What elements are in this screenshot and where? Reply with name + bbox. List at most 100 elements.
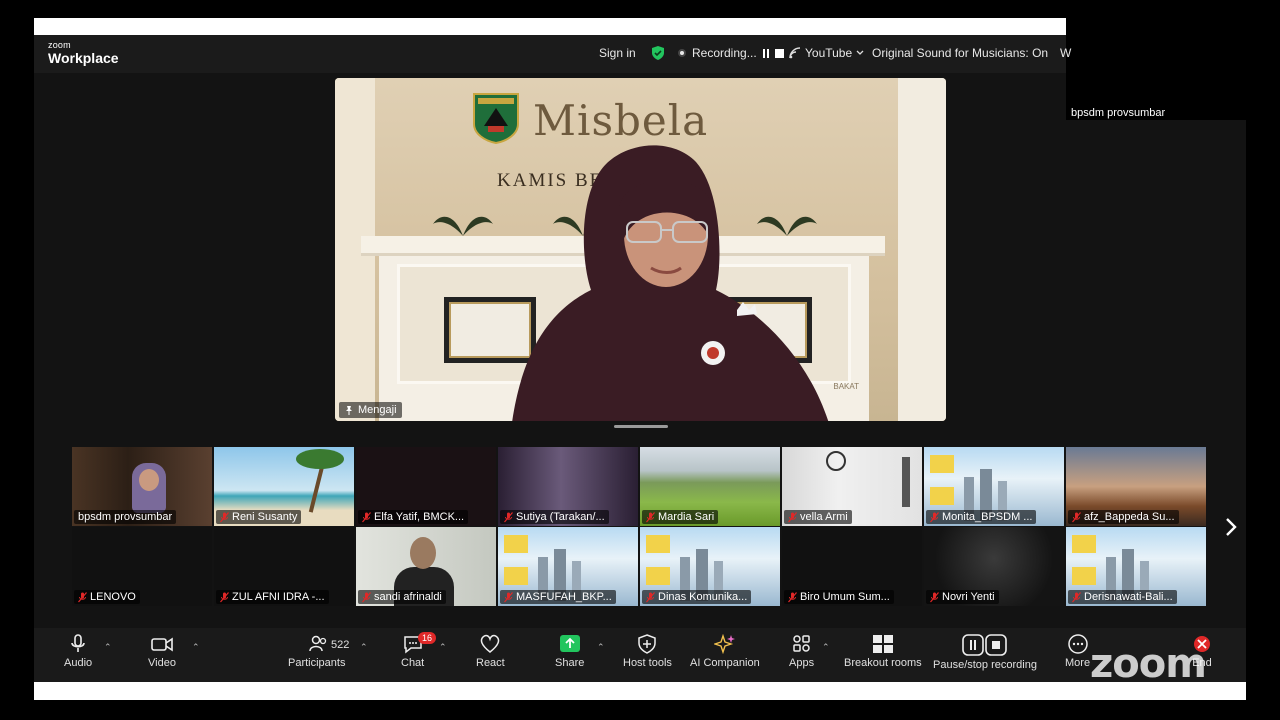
- muted-microphone-icon: [1072, 591, 1081, 602]
- participant-tile[interactable]: Reni Susanty: [214, 447, 354, 526]
- active-speaker-video[interactable]: Misbela KAMIS BE RIES BAKAT Mengaji: [335, 78, 946, 421]
- video-frame-bottom: [34, 682, 1246, 700]
- audio-options-caret-icon[interactable]: ⌃: [104, 642, 112, 653]
- breakout-rooms-button[interactable]: Breakout rooms: [844, 634, 922, 669]
- titlebar-cut-text: W: [1060, 46, 1072, 60]
- participant-tile[interactable]: Monita_BPSDM ...: [924, 447, 1064, 526]
- participant-tile[interactable]: Sutiya (Tarakan/...: [498, 447, 638, 526]
- sign-in-link[interactable]: Sign in: [599, 46, 636, 60]
- participant-name: Reni Susanty: [232, 511, 298, 523]
- participant-count: 522: [331, 639, 350, 651]
- participants-label: Participants: [288, 657, 346, 669]
- host-tools-label: Host tools: [623, 657, 672, 669]
- original-sound-toggle[interactable]: Original Sound for Musicians: On: [872, 46, 1048, 60]
- participant-tile[interactable]: sandi afrinaldi: [356, 527, 496, 606]
- chat-options-caret-icon[interactable]: ⌃: [439, 642, 447, 653]
- pause-recording-icon[interactable]: [762, 48, 769, 58]
- pause-stop-recording-icon: [962, 634, 1007, 656]
- logo-big-text: Workplace: [48, 50, 119, 66]
- participant-name: sandi afrinaldi: [374, 591, 442, 603]
- participant-tile[interactable]: Dinas Komunika...: [640, 527, 780, 606]
- muted-microphone-icon: [1072, 511, 1081, 522]
- muted-microphone-icon: [646, 511, 655, 522]
- muted-microphone-icon: [78, 591, 87, 602]
- participant-tile[interactable]: Mardia Sari: [640, 447, 780, 526]
- recording-indicator[interactable]: Recording...: [678, 46, 784, 60]
- chat-label: Chat: [401, 657, 425, 669]
- stop-recording-icon[interactable]: [774, 48, 784, 58]
- participant-tile[interactable]: Novri Yenti: [924, 527, 1064, 606]
- video-camera-icon: [151, 637, 173, 652]
- participant-name-label: Biro Umum Sum...: [784, 590, 894, 604]
- participant-name-label: Sutiya (Tarakan/...: [500, 510, 609, 524]
- next-page-arrow-icon[interactable]: [1222, 516, 1240, 538]
- speaker-person: [512, 145, 829, 421]
- participant-name: Elfa Yatif, BMCK...: [374, 511, 465, 523]
- more-button[interactable]: More: [1065, 634, 1090, 669]
- participant-name-label: MASFUFAH_BKP...: [500, 590, 616, 604]
- participant-name-label: sandi afrinaldi: [358, 590, 446, 604]
- participant-name-label: Monita_BPSDM ...: [926, 510, 1037, 524]
- breakout-rooms-icon: [872, 635, 893, 653]
- muted-microphone-icon: [930, 511, 939, 522]
- apps-button[interactable]: Apps: [789, 634, 814, 669]
- video-options-caret-icon[interactable]: ⌃: [192, 642, 200, 653]
- more-icon: [1067, 634, 1088, 654]
- participant-name: bpsdm provsumbar: [78, 511, 173, 523]
- speaker-name-label: Mengaji: [339, 402, 402, 418]
- video-button[interactable]: Video: [148, 634, 176, 669]
- participant-name-label: afz_Bappeda Su...: [1068, 510, 1179, 524]
- participant-tile[interactable]: ZUL AFNI IDRA -...: [214, 527, 354, 606]
- participant-name-label: Derisnawati-Bali...: [1068, 590, 1177, 604]
- react-button[interactable]: React: [476, 634, 505, 669]
- muted-microphone-icon: [646, 591, 655, 602]
- participant-gallery: bpsdm provsumbar Reni Susanty Elfa Yatif, …: [72, 447, 1210, 608]
- video-label: Video: [148, 657, 176, 669]
- host-tools-button[interactable]: Host tools: [623, 634, 672, 669]
- participants-options-caret-icon[interactable]: ⌃: [360, 642, 368, 653]
- participants-icon: [309, 635, 327, 652]
- recording-dot-icon: [678, 49, 686, 57]
- participant-tile[interactable]: Derisnawati-Bali...: [1066, 527, 1206, 606]
- zoom-workplace-logo: zoom Workplace: [48, 41, 119, 66]
- participant-name: ZUL AFNI IDRA -...: [232, 591, 325, 603]
- apps-options-caret-icon[interactable]: ⌃: [822, 642, 830, 653]
- pin-icon: [346, 406, 352, 415]
- audio-button[interactable]: Audio: [64, 634, 92, 669]
- wall-panel-right: [898, 78, 946, 421]
- more-label: More: [1065, 657, 1091, 669]
- share-button[interactable]: Share: [555, 634, 584, 669]
- muted-microphone-icon: [788, 591, 797, 602]
- livestream-youtube-menu[interactable]: YouTube: [789, 46, 864, 60]
- participant-name: Dinas Komunika...: [658, 591, 748, 603]
- meeting-toolbar: Audio ⌃ Video ⌃ Participants 522 ⌃ Chat …: [34, 628, 1246, 682]
- muted-microphone-icon: [220, 591, 229, 602]
- chat-unread-badge: 16: [418, 632, 437, 644]
- participant-name-label: ZUL AFNI IDRA -...: [216, 590, 329, 604]
- react-label: React: [476, 657, 505, 669]
- microphone-icon: [71, 634, 85, 652]
- participant-tile[interactable]: MASFUFAH_BKP...: [498, 527, 638, 606]
- participant-name-label: Elfa Yatif, BMCK...: [358, 510, 469, 524]
- share-options-caret-icon[interactable]: ⌃: [597, 642, 605, 653]
- ai-companion-button[interactable]: AI Companion: [690, 634, 760, 669]
- participant-tile[interactable]: afz_Bappeda Su...: [1066, 447, 1206, 526]
- muted-microphone-icon: [788, 511, 797, 522]
- participant-name: Monita_BPSDM ...: [942, 511, 1033, 523]
- participant-tile[interactable]: Biro Umum Sum...: [782, 527, 922, 606]
- participant-name-label: Dinas Komunika...: [642, 590, 752, 604]
- encryption-shield-icon[interactable]: [651, 46, 665, 60]
- muted-microphone-icon: [930, 591, 939, 602]
- participant-name: vella Armi: [800, 511, 848, 523]
- apps-icon: [792, 635, 810, 652]
- participant-tile[interactable]: LENOVO: [72, 527, 212, 606]
- participant-name: afz_Bappeda Su...: [1084, 511, 1175, 523]
- pause-stop-recording-button[interactable]: Pause/stop recording: [933, 634, 1037, 671]
- participant-tile[interactable]: bpsdm provsumbar: [72, 447, 212, 526]
- muted-microphone-icon: [504, 511, 513, 522]
- participant-tile[interactable]: Elfa Yatif, BMCK...: [356, 447, 496, 526]
- resize-handle[interactable]: [614, 425, 668, 428]
- muted-microphone-icon: [504, 591, 513, 602]
- muted-microphone-icon: [362, 511, 371, 522]
- participant-tile[interactable]: vella Armi: [782, 447, 922, 526]
